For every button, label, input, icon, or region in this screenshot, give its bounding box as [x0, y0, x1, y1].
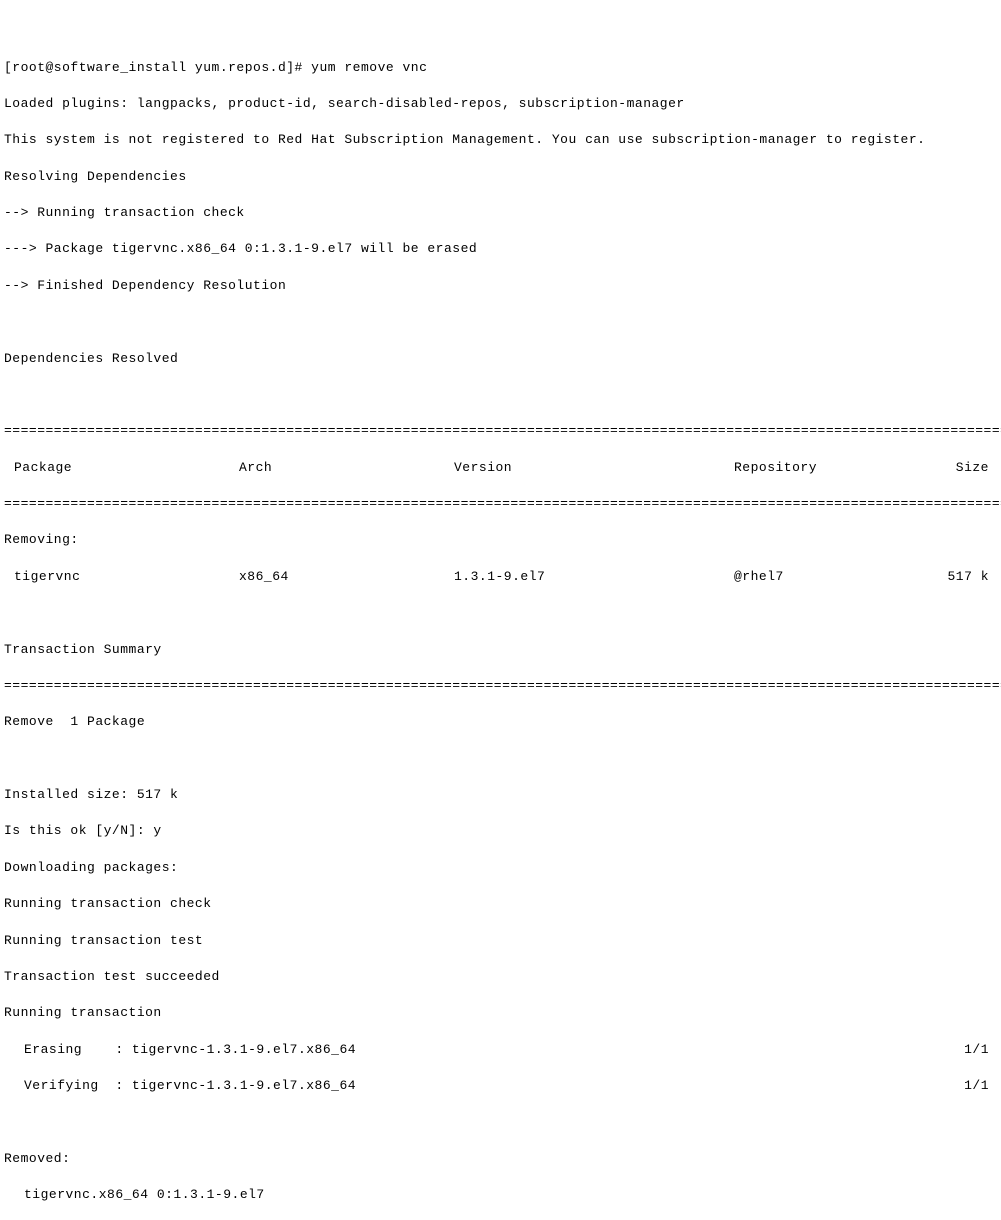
erasing-counter: 1/1	[356, 1041, 997, 1059]
table-header-row: Package Arch Version Repository Size	[4, 459, 997, 477]
running-txn-test-line: Running transaction test	[4, 932, 997, 950]
verifying-counter: 1/1	[356, 1077, 997, 1095]
erasing-row: Erasing : tigervnc-1.3.1-9.el7.x86_64 1/…	[4, 1041, 997, 1059]
running-txn-line: Running transaction	[4, 1004, 997, 1022]
blank-line	[4, 604, 997, 622]
deps-resolved-line: Dependencies Resolved	[4, 350, 997, 368]
removed-title: Removed:	[4, 1150, 997, 1168]
verifying-label: Verifying : tigervnc-1.3.1-9.el7.x86_64	[4, 1077, 356, 1095]
header-version: Version	[454, 459, 734, 477]
removing-section: Removing:	[4, 531, 997, 549]
running-check-line: --> Running transaction check	[4, 204, 997, 222]
shell-prompt: [root@software_install yum.repos.d]#	[4, 60, 311, 75]
running-txn-check-line: Running transaction check	[4, 895, 997, 913]
header-size: Size	[934, 459, 997, 477]
pkg-size: 517 k	[934, 568, 997, 586]
remove-count-line: Remove 1 Package	[4, 713, 997, 731]
header-repository: Repository	[734, 459, 934, 477]
installed-size-line: Installed size: 517 k	[4, 786, 997, 804]
header-package: Package	[4, 459, 239, 477]
pkg-repo: @rhel7	[734, 568, 934, 586]
removed-item: tigervnc.x86_64 0:1.3.1-9.el7	[4, 1186, 997, 1204]
confirm-prompt-line: Is this ok [y/N]: y	[4, 822, 997, 840]
pkg-arch: x86_64	[239, 568, 454, 586]
typed-command: yum remove vnc	[311, 60, 427, 75]
resolving-deps-line: Resolving Dependencies	[4, 168, 997, 186]
finished-dep-line: --> Finished Dependency Resolution	[4, 277, 997, 295]
rule-double-bottom: ========================================…	[4, 677, 997, 695]
blank-line	[4, 1113, 997, 1131]
downloading-line: Downloading packages:	[4, 859, 997, 877]
blank-line	[4, 750, 997, 768]
terminal-prompt-line: [root@software_install yum.repos.d]# yum…	[4, 59, 997, 77]
pkg-version: 1.3.1-9.el7	[454, 568, 734, 586]
txn-summary-title: Transaction Summary	[4, 641, 997, 659]
header-arch: Arch	[239, 459, 454, 477]
rule-double-top: ========================================…	[4, 422, 997, 440]
txn-test-succeeded-line: Transaction test succeeded	[4, 968, 997, 986]
verifying-row: Verifying : tigervnc-1.3.1-9.el7.x86_64 …	[4, 1077, 997, 1095]
package-erased-line: ---> Package tigervnc.x86_64 0:1.3.1-9.e…	[4, 240, 997, 258]
erasing-label: Erasing : tigervnc-1.3.1-9.el7.x86_64	[4, 1041, 356, 1059]
table-row: tigervnc x86_64 1.3.1-9.el7 @rhel7 517 k	[4, 568, 997, 586]
pkg-name: tigervnc	[4, 568, 239, 586]
blank-line	[4, 313, 997, 331]
blank-line	[4, 386, 997, 404]
rule-double-mid: ========================================…	[4, 495, 997, 513]
loaded-plugins-line: Loaded plugins: langpacks, product-id, s…	[4, 95, 997, 113]
not-registered-line: This system is not registered to Red Hat…	[4, 131, 997, 149]
